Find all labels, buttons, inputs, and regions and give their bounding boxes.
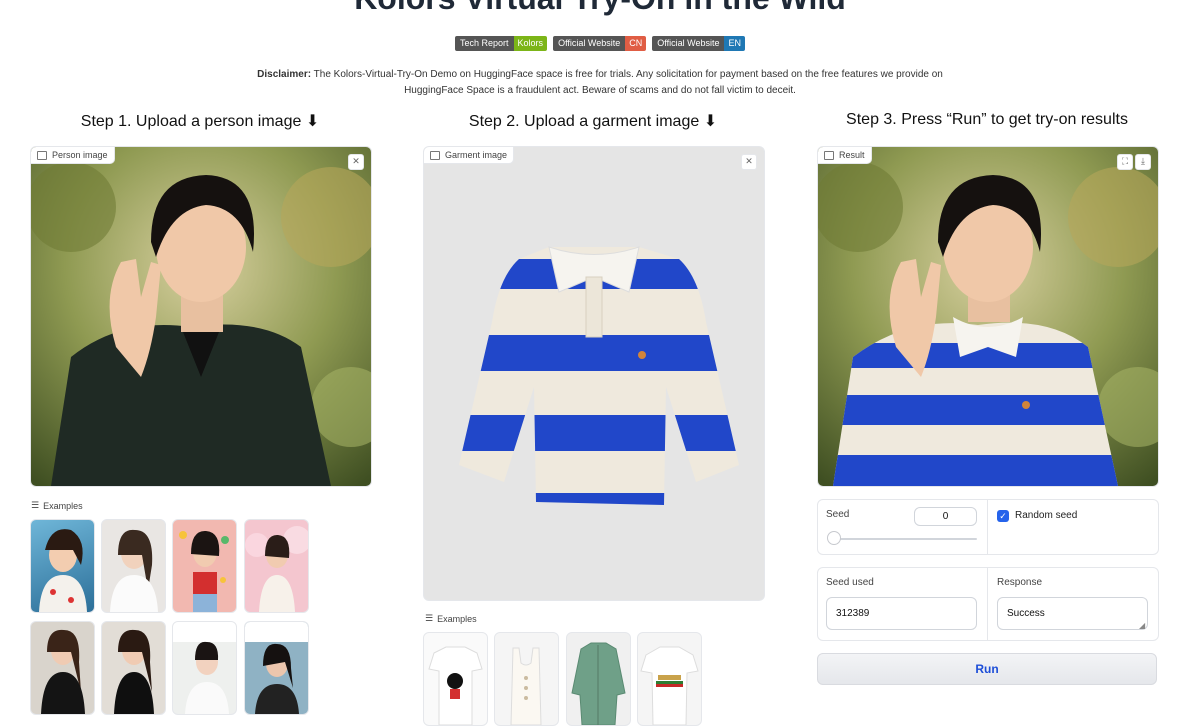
badge-left-label: Official Website: [553, 36, 626, 51]
result-label: Result: [839, 150, 865, 160]
run-button[interactable]: Run: [817, 653, 1157, 685]
divider: [987, 568, 988, 640]
thumb-image: [179, 530, 229, 612]
seed-used-field[interactable]: 312389: [826, 597, 977, 630]
disclaimer-text: The Kolors-Virtual-Try-On Demo on Huggin…: [311, 69, 943, 96]
fullscreen-icon[interactable]: ⛶: [1117, 154, 1133, 170]
garment-example-thumb[interactable]: [566, 632, 631, 726]
thumb-image: [640, 646, 699, 725]
thumb-image: [510, 647, 542, 725]
garment-example-thumb[interactable]: [423, 632, 488, 726]
garment-image-tag: Garment image: [424, 147, 515, 164]
image-icon: [37, 150, 47, 160]
close-icon[interactable]: ✕: [741, 154, 757, 170]
response-label: Response: [997, 577, 1043, 588]
seed-slider-track[interactable]: [828, 538, 977, 540]
step-2-heading: Step 2. Upload a garment image ⬇: [468, 113, 718, 130]
thumb-image: [571, 642, 626, 725]
divider: [987, 500, 988, 554]
step-1-heading: Step 1. Upload a person image ⬇: [80, 113, 320, 130]
badge-left-label: Tech Report: [455, 36, 514, 51]
garment-photo: [459, 246, 739, 505]
list-icon: ☰: [425, 613, 434, 623]
person-examples-label: ☰ Examples: [31, 500, 83, 511]
badge-right-label: CN: [625, 36, 647, 51]
step-3-heading: Step 3. Press “Run” to get try-on result…: [846, 111, 1128, 128]
response-field[interactable]: Success: [997, 597, 1148, 630]
garment-image-upload[interactable]: Garment image ✕: [423, 146, 765, 601]
official-website-cn-badge[interactable]: Official Website CN: [553, 36, 647, 51]
examples-text: Examples: [43, 500, 83, 511]
person-example-thumb[interactable]: [172, 621, 237, 715]
badge-right-label: Kolors: [513, 36, 548, 51]
random-seed-checkbox[interactable]: ✓: [997, 510, 1009, 522]
resize-handle-icon[interactable]: ◢: [1139, 621, 1145, 630]
thumb-image: [114, 629, 154, 714]
close-icon[interactable]: ✕: [348, 154, 364, 170]
garment-example-thumb[interactable]: [637, 632, 702, 726]
seed-label: Seed: [826, 509, 850, 520]
thumb-image: [428, 646, 483, 725]
seed-slider-handle[interactable]: [827, 531, 841, 545]
person-photo: [31, 147, 371, 486]
disclaimer: Disclaimer: The Kolors-Virtual-Try-On De…: [230, 67, 970, 99]
seed-used-label: Seed used: [826, 577, 874, 588]
disclaimer-bold: Disclaimer:: [257, 69, 312, 80]
thumb-image: [245, 622, 308, 714]
result-tag: Result: [818, 147, 872, 164]
person-example-thumb[interactable]: [101, 621, 166, 715]
image-icon: [824, 150, 834, 160]
image-icon: [430, 150, 440, 160]
tech-report-badge[interactable]: Tech Report Kolors: [455, 36, 548, 51]
official-website-en-badge[interactable]: Official Website EN: [652, 36, 745, 51]
thumb-image: [245, 526, 308, 612]
person-image-tag: Person image: [31, 147, 115, 164]
person-example-thumb[interactable]: [30, 621, 95, 715]
badge-left-label: Official Website: [652, 36, 725, 51]
person-example-thumb[interactable]: [172, 519, 237, 613]
list-icon: ☰: [31, 500, 40, 510]
result-image-panel: Result ⛶ ⤓: [817, 146, 1159, 487]
seed-controls: [817, 499, 1159, 555]
random-seed-label: Random seed: [1015, 510, 1078, 521]
badge-right-label: EN: [724, 36, 745, 51]
seed-number-input[interactable]: 0: [914, 507, 977, 526]
thumb-image: [110, 529, 158, 612]
person-image-upload[interactable]: Person image ✕: [30, 146, 372, 487]
person-example-thumb[interactable]: [101, 519, 166, 613]
page-title: Kolors Virtual Try-On in the Wild: [0, 0, 1200, 18]
result-photo: [818, 147, 1158, 486]
person-example-thumb[interactable]: [244, 621, 309, 715]
thumb-image: [41, 629, 85, 714]
garment-example-thumb[interactable]: [494, 632, 559, 726]
person-image-label: Person image: [52, 150, 108, 160]
thumb-image: [173, 622, 236, 714]
badge-row: Tech Report Kolors Official Website CN O…: [0, 36, 1200, 51]
person-example-thumb[interactable]: [30, 519, 95, 613]
person-example-thumb[interactable]: [244, 519, 309, 613]
download-icon[interactable]: ⤓: [1135, 154, 1151, 170]
thumb-image: [39, 529, 87, 612]
garment-image-label: Garment image: [445, 150, 508, 160]
examples-text: Examples: [437, 613, 477, 624]
garment-examples-label: ☰ Examples: [425, 613, 477, 624]
